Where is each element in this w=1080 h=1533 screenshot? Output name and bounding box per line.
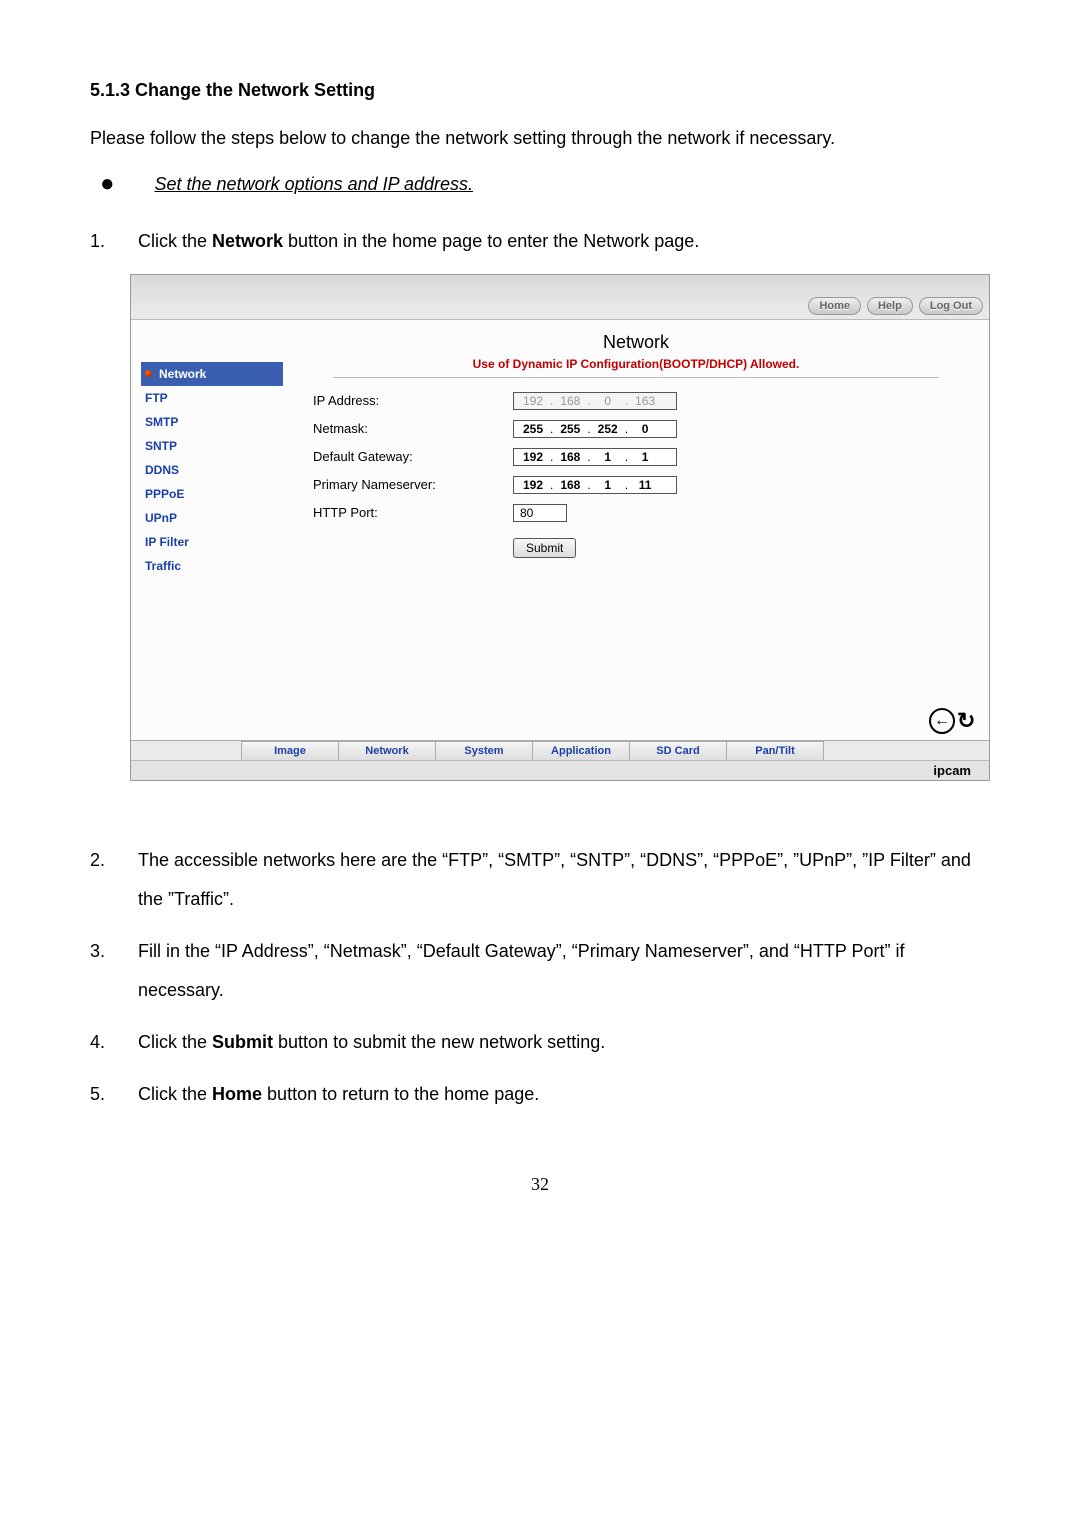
- sidebar-item-ftp[interactable]: FTP: [141, 386, 283, 410]
- dhcp-message: Use of Dynamic IP Configuration(BOOTP/DH…: [333, 357, 939, 378]
- page-number: 32: [90, 1174, 990, 1195]
- help-button[interactable]: Help: [867, 297, 913, 315]
- sidebar-item-upnp[interactable]: UPnP: [141, 506, 283, 530]
- step1-bold: Network: [212, 231, 283, 251]
- sidebar-item-network[interactable]: Network: [141, 362, 283, 386]
- step-2: 2. The accessible networks here are the …: [90, 841, 990, 920]
- back-icon[interactable]: ←: [929, 708, 955, 734]
- gateway-label: Default Gateway:: [313, 449, 513, 464]
- brand-label: ipcam: [131, 760, 989, 780]
- sidebar-item-traffic[interactable]: Traffic: [141, 554, 283, 578]
- gateway-field[interactable]: 192. 168. 1. 1: [513, 448, 677, 466]
- refresh-icon[interactable]: ↻: [957, 710, 979, 732]
- step-5: 5. Click the Home button to return to th…: [90, 1075, 990, 1115]
- logout-button[interactable]: Log Out: [919, 297, 983, 315]
- http-port-label: HTTP Port:: [313, 505, 513, 520]
- step-3: 3. Fill in the “IP Address”, “Netmask”, …: [90, 932, 990, 1011]
- tab-sdcard[interactable]: SD Card: [629, 741, 727, 760]
- tab-pantilt[interactable]: Pan/Tilt: [726, 741, 824, 760]
- ip-address-field[interactable]: 192. 168. 0. 163: [513, 392, 677, 410]
- nameserver-label: Primary Nameserver:: [313, 477, 513, 492]
- step1-post: button in the home page to enter the Net…: [283, 231, 699, 251]
- network-screenshot: Home Help Log Out Network FTP SMTP SNTP …: [130, 274, 990, 781]
- tab-image[interactable]: Image: [241, 741, 339, 760]
- sidebar-item-ddns[interactable]: DDNS: [141, 458, 283, 482]
- netmask-label: Netmask:: [313, 421, 513, 436]
- tab-system[interactable]: System: [435, 741, 533, 760]
- home-button[interactable]: Home: [808, 297, 861, 315]
- submit-button[interactable]: Submit: [513, 538, 576, 558]
- sidebar-item-pppoe[interactable]: PPPoE: [141, 482, 283, 506]
- step-1: 1. Click the Network button in the home …: [90, 222, 990, 262]
- bottom-tabs: Image Network System Application SD Card…: [131, 740, 989, 760]
- ip-address-label: IP Address:: [313, 393, 513, 408]
- sidebar-item-ipfilter[interactable]: IP Filter: [141, 530, 283, 554]
- step-4: 4. Click the Submit button to submit the…: [90, 1023, 990, 1063]
- bullet-text: Set the network options and IP address.: [155, 174, 474, 195]
- sidebar: Network FTP SMTP SNTP DDNS PPPoE UPnP IP…: [131, 320, 283, 740]
- step1-pre: Click the: [138, 231, 212, 251]
- bullet-dot-icon: ●: [100, 170, 115, 198]
- sidebar-item-smtp[interactable]: SMTP: [141, 410, 283, 434]
- tab-network[interactable]: Network: [338, 741, 436, 760]
- netmask-field[interactable]: 255. 255. 252. 0: [513, 420, 677, 438]
- nameserver-field[interactable]: 192. 168. 1. 11: [513, 476, 677, 494]
- intro-text: Please follow the steps below to change …: [90, 125, 990, 152]
- sidebar-item-sntp[interactable]: SNTP: [141, 434, 283, 458]
- top-bar: Home Help Log Out: [131, 275, 989, 320]
- http-port-field[interactable]: 80: [513, 504, 567, 522]
- tab-application[interactable]: Application: [532, 741, 630, 760]
- section-heading: 5.1.3 Change the Network Setting: [90, 80, 990, 101]
- bullet-item: ● Set the network options and IP address…: [90, 170, 990, 198]
- panel-title: Network: [313, 332, 959, 353]
